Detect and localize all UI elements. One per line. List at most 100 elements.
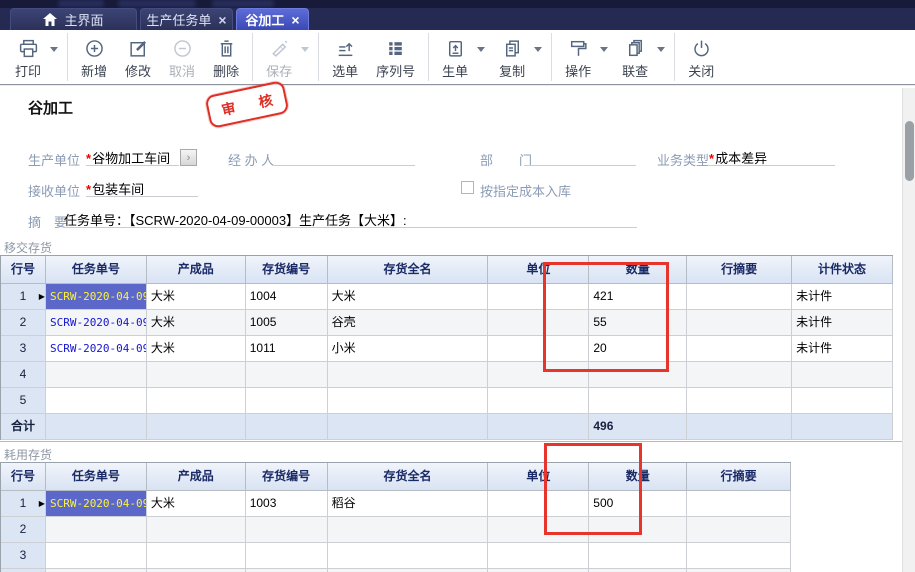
table-cell[interactable]	[687, 414, 792, 440]
column-header[interactable]: 行摘要	[687, 256, 792, 284]
toolbar-button-cancel[interactable]: 取消	[160, 33, 204, 82]
table-cell[interactable]	[687, 336, 792, 362]
tab-production-task[interactable]: 生产任务单 ×	[140, 8, 233, 30]
tab-grain-processing[interactable]: 谷加工 ×	[236, 8, 309, 30]
table-cell[interactable]	[687, 491, 791, 517]
table-cell[interactable]	[46, 388, 147, 414]
table-cell[interactable]	[488, 543, 589, 569]
toolbar-button-gen-order[interactable]: 生单	[433, 33, 490, 82]
dropdown-caret-icon[interactable]	[534, 47, 542, 52]
grid-splitter[interactable]	[0, 441, 903, 442]
column-header[interactable]: 任务单号	[46, 463, 147, 491]
table-cell[interactable]: SCRW-2020-04-09-0	[46, 491, 147, 517]
row-number-cell[interactable]: 3	[1, 543, 46, 569]
table-cell[interactable]: 未计件	[792, 310, 893, 336]
summary-field[interactable]: 任务单号：【SCRW-2020-04-09-00003】生产任务【大米】:	[64, 210, 637, 228]
column-header[interactable]: 行号	[1, 256, 46, 284]
column-header[interactable]: 产成品	[147, 463, 246, 491]
receive-unit-field[interactable]: *包装车间	[86, 179, 198, 197]
table-cell[interactable]	[687, 310, 792, 336]
toolbar-button-add[interactable]: 新增	[72, 33, 116, 82]
row-number-cell[interactable]: 1▶	[1, 284, 46, 310]
table-cell[interactable]	[328, 362, 489, 388]
toolbar-button-delete[interactable]: 删除	[204, 33, 248, 82]
table-cell[interactable]	[246, 388, 328, 414]
table-cell[interactable]	[147, 543, 246, 569]
scrollbar-thumb[interactable]	[905, 121, 914, 181]
table-cell[interactable]	[687, 543, 791, 569]
row-number-cell[interactable]: 合计	[1, 414, 46, 440]
column-header[interactable]: 任务单号	[46, 256, 147, 284]
table-cell[interactable]	[246, 362, 328, 388]
table-cell[interactable]	[147, 517, 246, 543]
row-number-cell[interactable]: 2	[1, 310, 46, 336]
table-cell[interactable]: 谷壳	[328, 310, 489, 336]
column-header[interactable]: 存货编号	[246, 463, 328, 491]
table-cell[interactable]: SCRW-2020-04-09-0	[46, 310, 147, 336]
toolbar-button-edit[interactable]: 修改	[116, 33, 160, 82]
toolbar-button-link-query[interactable]: 联查	[613, 33, 670, 82]
toolbar-button-printer[interactable]: 打印	[6, 33, 63, 82]
table-cell[interactable]: 496	[589, 414, 687, 440]
table-cell[interactable]	[246, 543, 328, 569]
table-cell[interactable]: 稻谷	[328, 491, 489, 517]
table-cell[interactable]: 小米	[328, 336, 489, 362]
dropdown-caret-icon[interactable]	[657, 47, 665, 52]
toolbar-button-copy[interactable]: 复制	[490, 33, 547, 82]
table-cell[interactable]	[46, 362, 147, 388]
table-cell[interactable]: SCRW-2020-04-09-0	[46, 336, 147, 362]
table-cell[interactable]	[488, 388, 589, 414]
table-cell[interactable]: 大米	[147, 310, 246, 336]
table-cell[interactable]	[246, 414, 328, 440]
table-cell[interactable]	[328, 388, 489, 414]
table-cell[interactable]: 1005	[246, 310, 328, 336]
table-cell[interactable]: 1003	[246, 491, 328, 517]
row-number-cell[interactable]: 2	[1, 517, 46, 543]
column-header[interactable]: 行摘要	[687, 463, 791, 491]
toolbar-button-select-list[interactable]: 选单	[323, 33, 367, 82]
column-header[interactable]: 存货编号	[246, 256, 328, 284]
table-cell[interactable]: 未计件	[792, 284, 893, 310]
column-header[interactable]: 存货全名	[328, 256, 489, 284]
table-cell[interactable]	[46, 414, 147, 440]
department-field[interactable]	[524, 148, 636, 166]
dropdown-caret-icon[interactable]	[301, 47, 309, 52]
specified-cost-checkbox[interactable]	[461, 181, 474, 194]
column-header[interactable]: 存货全名	[328, 463, 489, 491]
row-number-cell[interactable]: 5	[1, 388, 46, 414]
column-header[interactable]: 计件状态	[792, 256, 893, 284]
table-cell[interactable]	[46, 543, 147, 569]
table-cell[interactable]: 未计件	[792, 336, 893, 362]
row-number-cell[interactable]: 1▶	[1, 491, 46, 517]
table-cell[interactable]	[589, 543, 687, 569]
table-cell[interactable]: 大米	[147, 284, 246, 310]
table-cell[interactable]: SCRW-2020-04-09-0	[46, 284, 147, 310]
handler-field[interactable]	[274, 148, 415, 166]
business-type-field[interactable]: *成本差异	[709, 148, 835, 166]
table-cell[interactable]	[328, 517, 489, 543]
dropdown-caret-icon[interactable]	[477, 47, 485, 52]
reference-lookup-button[interactable]: ›	[180, 149, 197, 166]
column-header[interactable]: 行号	[1, 463, 46, 491]
table-cell[interactable]	[687, 284, 792, 310]
table-cell[interactable]	[147, 414, 246, 440]
table-cell[interactable]	[328, 414, 489, 440]
close-icon[interactable]: ×	[218, 13, 226, 27]
table-cell[interactable]	[147, 362, 246, 388]
table-cell[interactable]	[589, 388, 687, 414]
toolbar-button-operate[interactable]: 操作	[556, 33, 613, 82]
table-cell[interactable]: 大米	[328, 284, 489, 310]
table-cell[interactable]	[488, 414, 589, 440]
toolbar-button-save[interactable]: 保存	[257, 33, 314, 82]
row-number-cell[interactable]: 4	[1, 362, 46, 388]
dropdown-caret-icon[interactable]	[50, 47, 58, 52]
toolbar-button-serial[interactable]: 序列号	[367, 33, 424, 82]
table-cell[interactable]	[328, 543, 489, 569]
table-cell[interactable]: 1011	[246, 336, 328, 362]
table-cell[interactable]	[792, 388, 893, 414]
table-cell[interactable]	[246, 517, 328, 543]
table-cell[interactable]	[687, 388, 792, 414]
table-cell[interactable]	[46, 517, 147, 543]
column-header[interactable]: 产成品	[147, 256, 246, 284]
row-number-cell[interactable]: 3	[1, 336, 46, 362]
